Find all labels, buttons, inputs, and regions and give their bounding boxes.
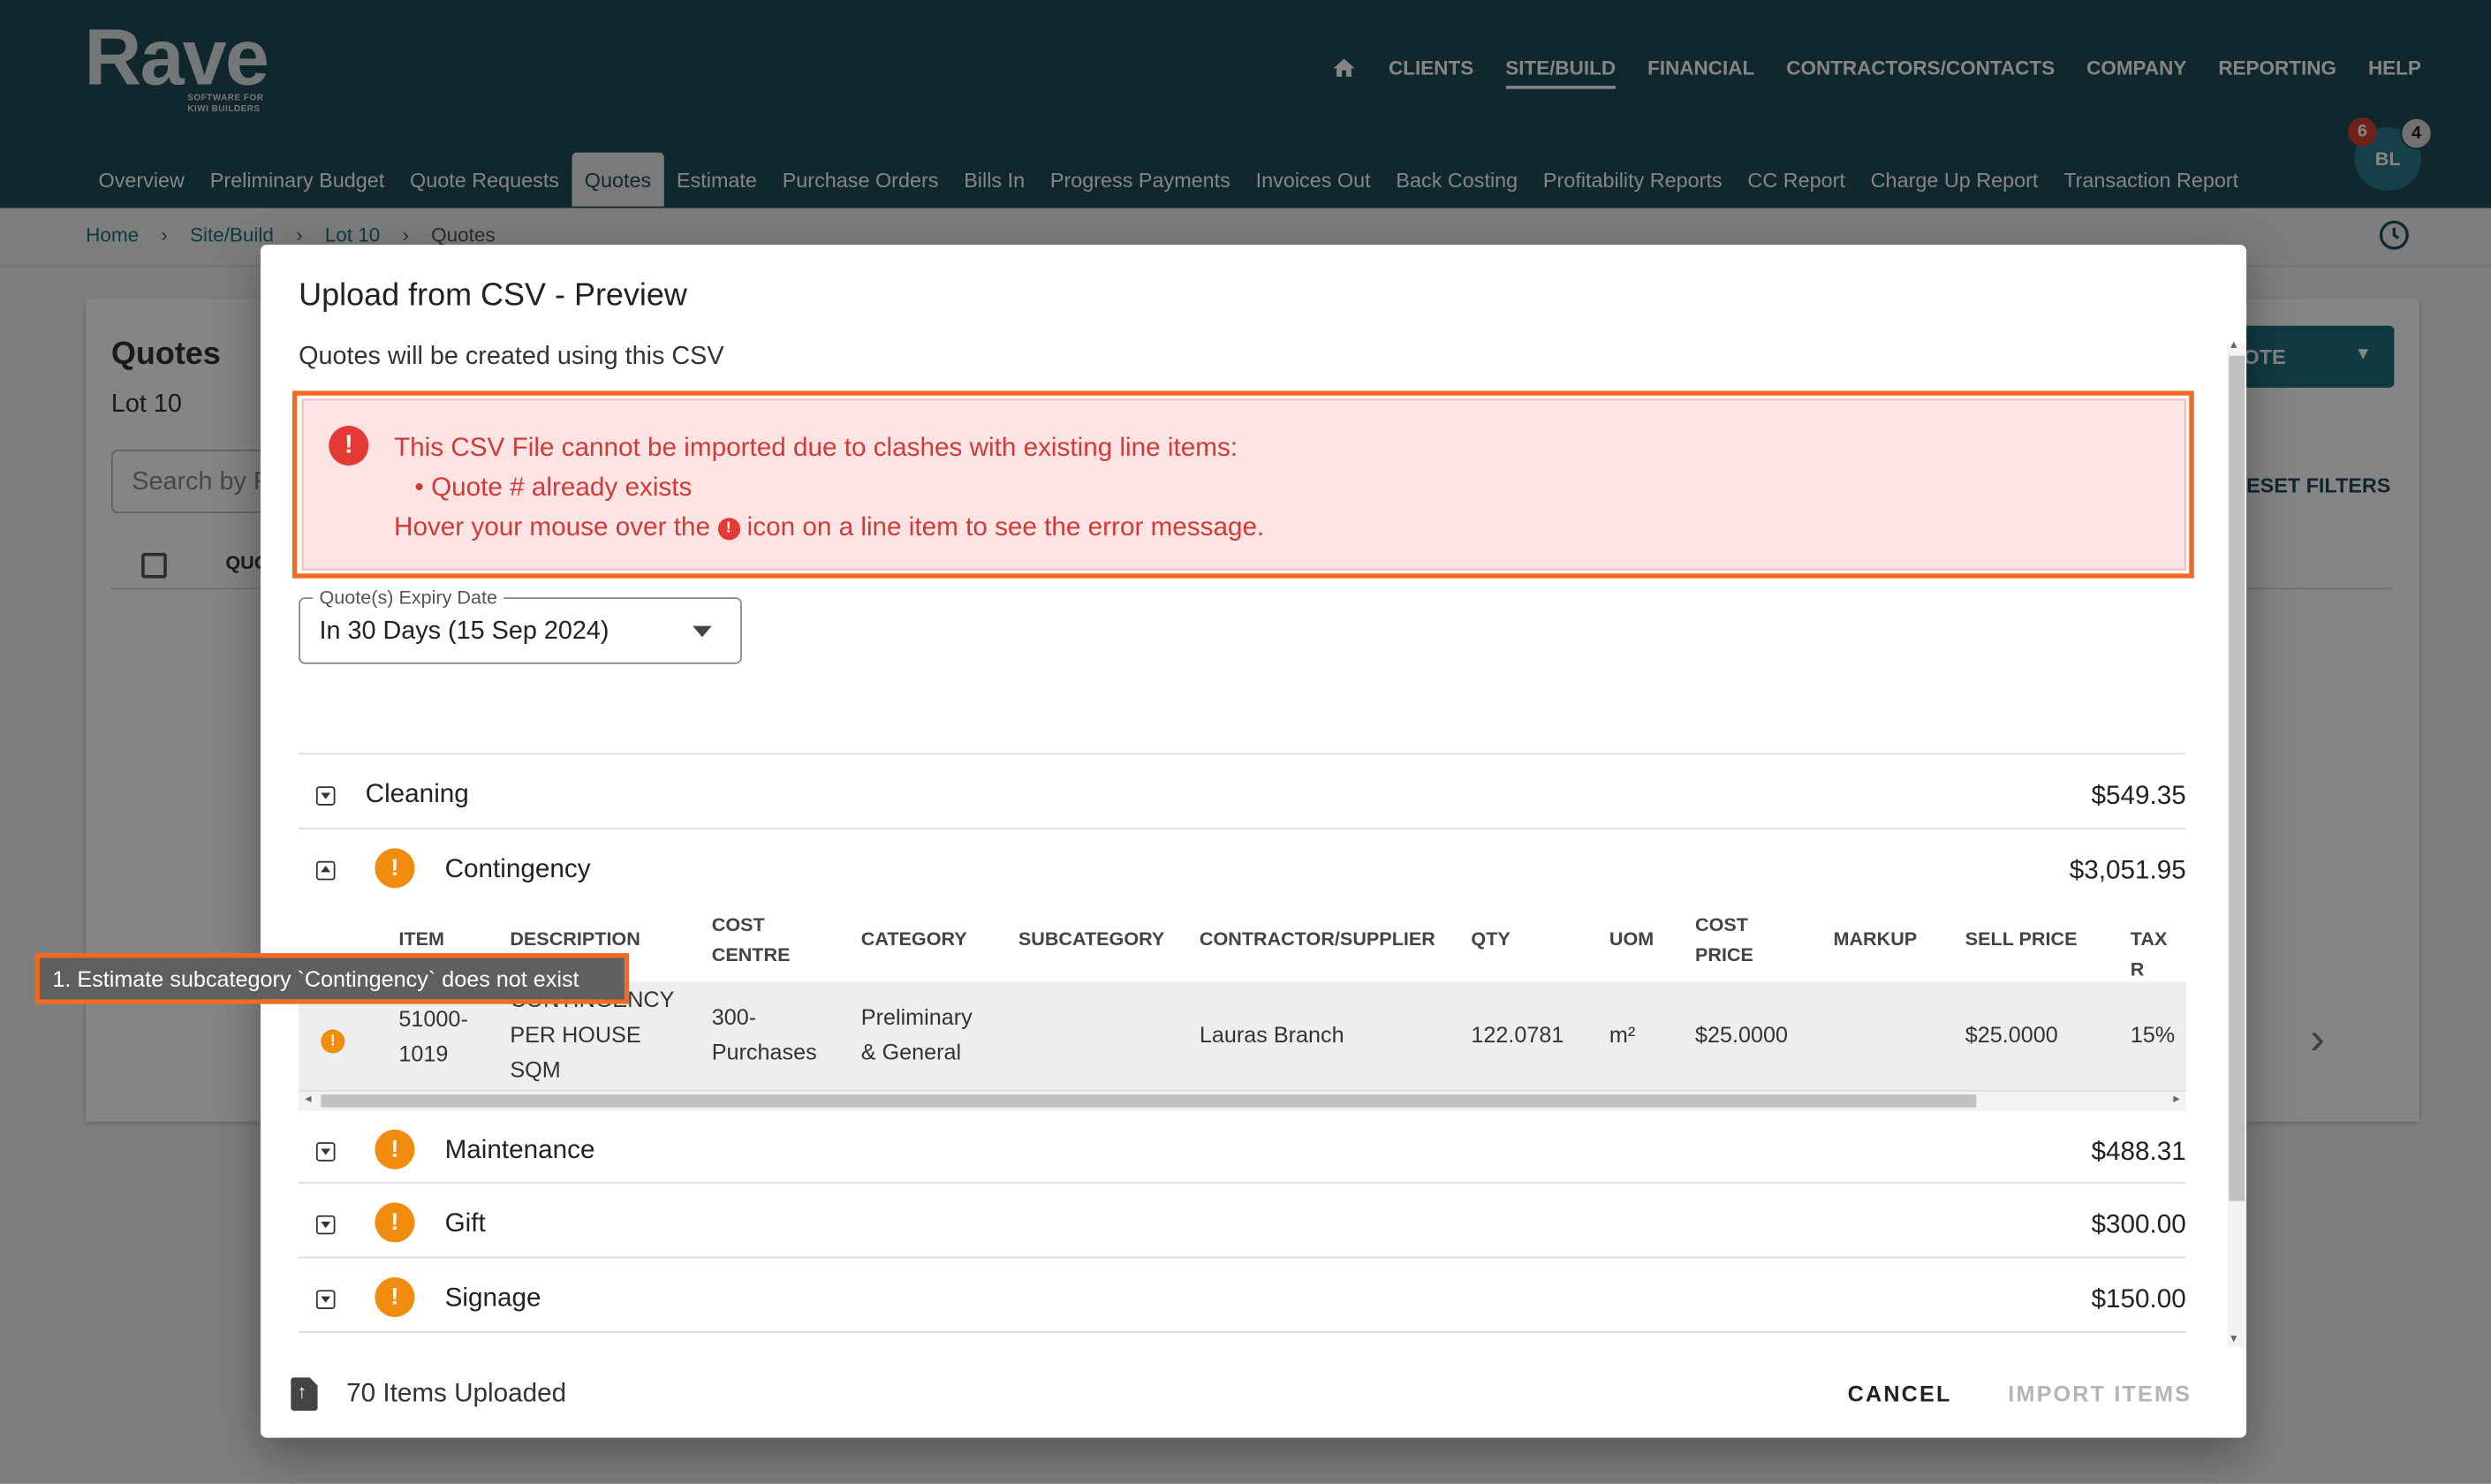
scroll-down-icon[interactable]: ▾ xyxy=(2230,1331,2237,1345)
warning-icon[interactable]: ! xyxy=(375,848,415,889)
group-row-maintenance[interactable]: ! Maintenance $488.31 xyxy=(299,1109,2186,1184)
cell-cost-centre-l1: 300- xyxy=(711,1003,757,1030)
group-amount: $549.35 xyxy=(2091,781,2186,811)
col-header-description: DESCRIPTION xyxy=(510,928,640,950)
col-header-item: ITEM xyxy=(398,928,444,950)
cell-description-l3: SQM xyxy=(510,1056,561,1082)
cell-cost-centre: 300- Purchases xyxy=(712,999,817,1069)
col-header-uom: UOM xyxy=(1609,928,1654,950)
import-items-button[interactable]: IMPORT ITEMS xyxy=(2008,1381,2192,1406)
cell-description-l2: PER HOUSE xyxy=(510,1021,641,1048)
cell-qty: 122.0781 xyxy=(1471,1021,1564,1048)
col-header-cost-price-l1: COST xyxy=(1694,913,1748,936)
scrollbar-thumb[interactable] xyxy=(321,1094,1977,1108)
alert-bullet-text: Quote # already exists xyxy=(431,473,693,503)
expiry-date-value: In 30 Days (15 Sep 2024) xyxy=(319,617,610,646)
horizontal-scrollbar[interactable]: ◂ ▸ xyxy=(299,1089,2186,1111)
alert-line-3: Hover your mouse over the ! icon on a li… xyxy=(394,513,1264,543)
scrollbar-thumb[interactable] xyxy=(2229,355,2245,1201)
cell-item-l2: 1019 xyxy=(398,1041,449,1066)
group-amount: $300.00 xyxy=(2091,1210,2186,1239)
group-row-gift[interactable]: ! Gift $300.00 xyxy=(299,1182,2186,1257)
col-header-category: CATEGORY xyxy=(860,928,967,950)
group-amount: $488.31 xyxy=(2091,1137,2186,1167)
group-amount: $150.00 xyxy=(2091,1284,2186,1314)
cell-contractor: Lauras Branch xyxy=(1199,1021,1344,1048)
alert-line-3-post: icon on a line item to see the error mes… xyxy=(746,512,1265,542)
expand-toggle-icon[interactable] xyxy=(315,1142,336,1162)
error-icon: ! xyxy=(717,517,740,540)
group-amount: $3,051.95 xyxy=(2069,856,2186,885)
group-row-signage[interactable]: ! Signage $150.00 xyxy=(299,1256,2186,1333)
group-row-contingency[interactable]: ! Contingency $3,051.95 xyxy=(299,828,2186,903)
dialog-title: Upload from CSV - Preview xyxy=(299,277,687,314)
col-header-subcategory: SUBCATEGORY xyxy=(1018,928,1165,950)
col-header-contractor: CONTRACTOR/SUPPLIER xyxy=(1199,928,1435,950)
line-items-table: ITEM DESCRIPTION COST CENTRE CATEGORY SU… xyxy=(299,903,2186,1111)
items-uploaded-count: 70 Items Uploaded xyxy=(346,1379,567,1408)
scroll-right-icon[interactable]: ▸ xyxy=(2173,1092,2179,1106)
scroll-up-icon[interactable]: ▴ xyxy=(2230,337,2237,351)
col-header-qty: QTY xyxy=(1471,928,1510,950)
error-alert: ! This CSV File cannot be imported due t… xyxy=(301,398,2186,571)
alert-bullet: • Quote # already exists xyxy=(414,473,693,503)
file-upload-icon xyxy=(291,1377,318,1412)
scroll-left-icon[interactable]: ◂ xyxy=(305,1092,311,1106)
cell-uom: m² xyxy=(1609,1021,1636,1048)
cell-tax-rate: 15% xyxy=(2130,1021,2176,1048)
warning-icon[interactable]: ! xyxy=(375,1276,415,1317)
upload-csv-dialog: Upload from CSV - Preview Quotes will be… xyxy=(260,244,2247,1438)
cell-category-l1: Preliminary xyxy=(860,1003,973,1030)
cell-cost-centre-l2: Purchases xyxy=(711,1039,817,1064)
group-row-cleaning[interactable]: Cleaning $549.35 xyxy=(299,753,2186,828)
group-name: Contingency xyxy=(444,854,591,883)
cell-sell-price: $25.0000 xyxy=(1965,1021,2058,1048)
warning-icon[interactable]: ! xyxy=(375,1202,415,1243)
error-icon: ! xyxy=(329,425,369,466)
cell-category-l2: & General xyxy=(860,1039,962,1064)
cell-cost-price: $25.0000 xyxy=(1694,1021,1789,1048)
alert-line-3-pre: Hover your mouse over the xyxy=(394,512,710,542)
group-name: Gift xyxy=(444,1208,486,1238)
dialog-subtitle: Quotes will be created using this CSV xyxy=(299,343,724,371)
warning-icon[interactable]: ! xyxy=(321,1029,345,1054)
col-header-sell-price: SELL PRICE xyxy=(1965,928,2078,950)
chevron-down-icon xyxy=(693,625,712,638)
group-name: Maintenance xyxy=(444,1135,595,1165)
group-name: Signage xyxy=(444,1283,541,1313)
expiry-date-select[interactable]: Quote(s) Expiry Date In 30 Days (15 Sep … xyxy=(299,586,742,664)
col-header-markup: MARKUP xyxy=(1833,928,1918,950)
cell-category: Preliminary & General xyxy=(861,999,973,1069)
cancel-button[interactable]: CANCEL xyxy=(1848,1381,1952,1406)
col-header-cost-price-l2: PRICE xyxy=(1694,943,1753,966)
expand-toggle-icon[interactable] xyxy=(315,786,336,806)
vertical-scrollbar[interactable]: ▴ ▾ xyxy=(2227,337,2247,1348)
col-header-tax-rate: TAX R xyxy=(2130,928,2168,980)
col-header-cost-price: COST PRICE xyxy=(1695,911,1753,971)
col-header-cost-centre: COST CENTRE xyxy=(712,911,791,971)
expiry-date-label: Quote(s) Expiry Date xyxy=(313,586,504,609)
expand-toggle-icon[interactable] xyxy=(315,1290,336,1309)
cell-item: 51000- 1019 xyxy=(398,1001,467,1071)
warning-icon[interactable]: ! xyxy=(375,1129,415,1170)
group-name: Cleaning xyxy=(365,780,469,809)
cell-item-l1: 51000- xyxy=(398,1005,468,1032)
collapse-toggle-icon[interactable] xyxy=(315,860,336,881)
col-header-cost-centre-l2: CENTRE xyxy=(711,943,791,966)
alert-line-1: This CSV File cannot be imported due to … xyxy=(394,433,1238,463)
col-header-cost-centre-l1: COST xyxy=(711,913,765,936)
error-tooltip: 1. Estimate subcategory `Contingency` do… xyxy=(39,958,625,1000)
expand-toggle-icon[interactable] xyxy=(315,1215,336,1235)
